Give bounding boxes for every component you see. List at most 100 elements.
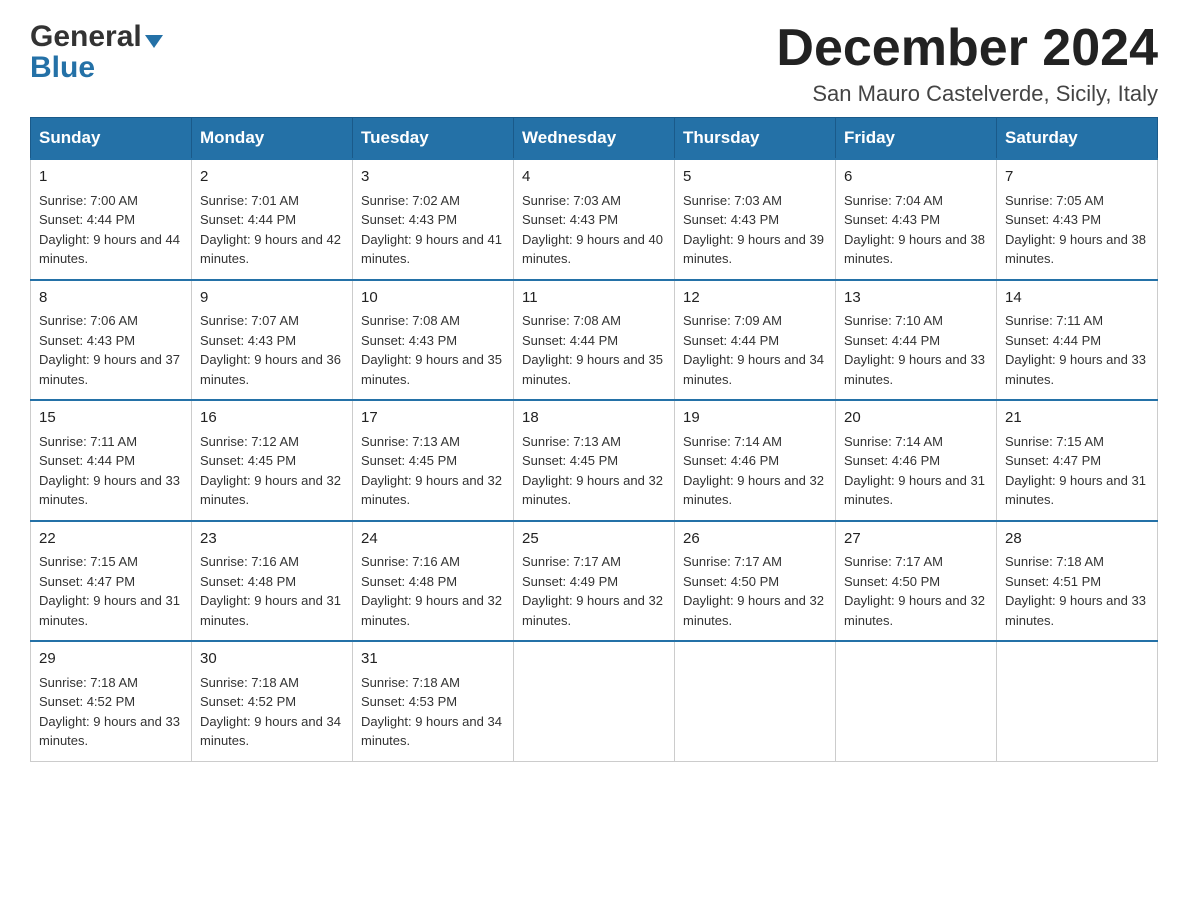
calendar-cell <box>514 641 675 761</box>
calendar-cell: 12 Sunrise: 7:09 AMSunset: 4:44 PMDayligh… <box>675 280 836 401</box>
calendar-cell: 27 Sunrise: 7:17 AMSunset: 4:50 PMDayligh… <box>836 521 997 642</box>
title-area: December 2024 San Mauro Castelverde, Sic… <box>776 20 1158 107</box>
day-info: Sunrise: 7:09 AMSunset: 4:44 PMDaylight:… <box>683 313 824 387</box>
day-info: Sunrise: 7:11 AMSunset: 4:44 PMDaylight:… <box>39 434 180 508</box>
calendar-cell: 2 Sunrise: 7:01 AMSunset: 4:44 PMDaylight… <box>192 159 353 280</box>
day-number: 31 <box>361 648 505 671</box>
calendar-cell: 14 Sunrise: 7:11 AMSunset: 4:44 PMDayligh… <box>997 280 1158 401</box>
calendar-cell: 11 Sunrise: 7:08 AMSunset: 4:44 PMDayligh… <box>514 280 675 401</box>
day-info: Sunrise: 7:18 AMSunset: 4:52 PMDaylight:… <box>200 675 341 749</box>
day-info: Sunrise: 7:05 AMSunset: 4:43 PMDaylight:… <box>1005 193 1146 267</box>
day-info: Sunrise: 7:13 AMSunset: 4:45 PMDaylight:… <box>522 434 663 508</box>
calendar-cell <box>997 641 1158 761</box>
calendar-cell: 26Sunrise: 7:17 AMSunset: 4:50 PMDayligh… <box>675 521 836 642</box>
day-number: 28 <box>1005 528 1149 551</box>
day-info: Sunrise: 7:06 AMSunset: 4:43 PMDaylight:… <box>39 313 180 387</box>
logo-text-blue: Blue <box>30 51 163 84</box>
calendar-cell <box>836 641 997 761</box>
calendar-cell: 9 Sunrise: 7:07 AMSunset: 4:43 PMDaylight… <box>192 280 353 401</box>
day-number: 16 <box>200 407 344 430</box>
day-info: Sunrise: 7:17 AMSunset: 4:49 PMDaylight:… <box>522 554 663 628</box>
day-number: 11 <box>522 287 666 310</box>
calendar-cell: 3 Sunrise: 7:02 AMSunset: 4:43 PMDaylight… <box>353 159 514 280</box>
location-subtitle: San Mauro Castelverde, Sicily, Italy <box>776 81 1158 107</box>
week-row-2: 8 Sunrise: 7:06 AMSunset: 4:43 PMDaylight… <box>31 280 1158 401</box>
day-number: 5 <box>683 166 827 189</box>
calendar-cell: 13Sunrise: 7:10 AMSunset: 4:44 PMDayligh… <box>836 280 997 401</box>
day-info: Sunrise: 7:16 AMSunset: 4:48 PMDaylight:… <box>200 554 341 628</box>
weekday-header-saturday: Saturday <box>997 118 1158 160</box>
day-number: 3 <box>361 166 505 189</box>
day-number: 4 <box>522 166 666 189</box>
day-info: Sunrise: 7:00 AMSunset: 4:44 PMDaylight:… <box>39 193 180 267</box>
logo-arrow-icon <box>145 35 163 48</box>
week-row-1: 1 Sunrise: 7:00 AMSunset: 4:44 PMDaylight… <box>31 159 1158 280</box>
day-number: 24 <box>361 528 505 551</box>
day-info: Sunrise: 7:11 AMSunset: 4:44 PMDaylight:… <box>1005 313 1146 387</box>
day-number: 25 <box>522 528 666 551</box>
calendar-cell <box>675 641 836 761</box>
day-number: 1 <box>39 166 183 189</box>
calendar-cell: 6 Sunrise: 7:04 AMSunset: 4:43 PMDaylight… <box>836 159 997 280</box>
day-number: 23 <box>200 528 344 551</box>
week-row-3: 15Sunrise: 7:11 AMSunset: 4:44 PMDayligh… <box>31 400 1158 521</box>
day-number: 19 <box>683 407 827 430</box>
calendar-cell: 29Sunrise: 7:18 AMSunset: 4:52 PMDayligh… <box>31 641 192 761</box>
logo-text-general: General <box>30 20 142 53</box>
calendar-cell: 23 Sunrise: 7:16 AMSunset: 4:48 PMDayligh… <box>192 521 353 642</box>
calendar-cell: 18Sunrise: 7:13 AMSunset: 4:45 PMDayligh… <box>514 400 675 521</box>
day-number: 6 <box>844 166 988 189</box>
day-number: 9 <box>200 287 344 310</box>
calendar-cell: 10 Sunrise: 7:08 AMSunset: 4:43 PMDayligh… <box>353 280 514 401</box>
day-number: 8 <box>39 287 183 310</box>
logo: General Blue <box>30 20 163 84</box>
day-info: Sunrise: 7:16 AMSunset: 4:48 PMDaylight:… <box>361 554 502 628</box>
day-number: 14 <box>1005 287 1149 310</box>
day-number: 13 <box>844 287 988 310</box>
calendar-cell: 20 Sunrise: 7:14 AMSunset: 4:46 PMDayligh… <box>836 400 997 521</box>
day-info: Sunrise: 7:08 AMSunset: 4:44 PMDaylight:… <box>522 313 663 387</box>
day-number: 10 <box>361 287 505 310</box>
calendar-cell: 31 Sunrise: 7:18 AMSunset: 4:53 PMDayligh… <box>353 641 514 761</box>
day-info: Sunrise: 7:17 AMSunset: 4:50 PMDaylight:… <box>844 554 985 628</box>
day-number: 12 <box>683 287 827 310</box>
day-number: 7 <box>1005 166 1149 189</box>
day-info: Sunrise: 7:01 AMSunset: 4:44 PMDaylight:… <box>200 193 341 267</box>
day-number: 20 <box>844 407 988 430</box>
day-info: Sunrise: 7:14 AMSunset: 4:46 PMDaylight:… <box>683 434 824 508</box>
day-number: 22 <box>39 528 183 551</box>
day-info: Sunrise: 7:13 AMSunset: 4:45 PMDaylight:… <box>361 434 502 508</box>
day-info: Sunrise: 7:17 AMSunset: 4:50 PMDaylight:… <box>683 554 824 628</box>
day-info: Sunrise: 7:02 AMSunset: 4:43 PMDaylight:… <box>361 193 502 267</box>
day-info: Sunrise: 7:18 AMSunset: 4:53 PMDaylight:… <box>361 675 502 749</box>
day-number: 2 <box>200 166 344 189</box>
day-info: Sunrise: 7:14 AMSunset: 4:46 PMDaylight:… <box>844 434 985 508</box>
day-info: Sunrise: 7:12 AMSunset: 4:45 PMDaylight:… <box>200 434 341 508</box>
weekday-header-row: SundayMondayTuesdayWednesdayThursdayFrid… <box>31 118 1158 160</box>
calendar-cell: 5 Sunrise: 7:03 AMSunset: 4:43 PMDaylight… <box>675 159 836 280</box>
calendar-cell: 7 Sunrise: 7:05 AMSunset: 4:43 PMDaylight… <box>997 159 1158 280</box>
calendar-cell: 4Sunrise: 7:03 AMSunset: 4:43 PMDaylight… <box>514 159 675 280</box>
day-info: Sunrise: 7:03 AMSunset: 4:43 PMDaylight:… <box>683 193 824 267</box>
day-info: Sunrise: 7:07 AMSunset: 4:43 PMDaylight:… <box>200 313 341 387</box>
weekday-header-wednesday: Wednesday <box>514 118 675 160</box>
calendar-table: SundayMondayTuesdayWednesdayThursdayFrid… <box>30 117 1158 762</box>
day-number: 17 <box>361 407 505 430</box>
calendar-cell: 19 Sunrise: 7:14 AMSunset: 4:46 PMDayligh… <box>675 400 836 521</box>
calendar-cell: 30Sunrise: 7:18 AMSunset: 4:52 PMDayligh… <box>192 641 353 761</box>
weekday-header-thursday: Thursday <box>675 118 836 160</box>
calendar-cell: 1 Sunrise: 7:00 AMSunset: 4:44 PMDaylight… <box>31 159 192 280</box>
page-header: General Blue December 2024 San Mauro Cas… <box>30 20 1158 107</box>
day-info: Sunrise: 7:04 AMSunset: 4:43 PMDaylight:… <box>844 193 985 267</box>
calendar-cell: 16 Sunrise: 7:12 AMSunset: 4:45 PMDayligh… <box>192 400 353 521</box>
calendar-cell: 28 Sunrise: 7:18 AMSunset: 4:51 PMDayligh… <box>997 521 1158 642</box>
day-number: 21 <box>1005 407 1149 430</box>
day-number: 27 <box>844 528 988 551</box>
day-info: Sunrise: 7:15 AMSunset: 4:47 PMDaylight:… <box>39 554 180 628</box>
day-info: Sunrise: 7:18 AMSunset: 4:51 PMDaylight:… <box>1005 554 1146 628</box>
weekday-header-sunday: Sunday <box>31 118 192 160</box>
calendar-cell: 15Sunrise: 7:11 AMSunset: 4:44 PMDayligh… <box>31 400 192 521</box>
day-number: 29 <box>39 648 183 671</box>
day-info: Sunrise: 7:08 AMSunset: 4:43 PMDaylight:… <box>361 313 502 387</box>
month-title: December 2024 <box>776 20 1158 77</box>
